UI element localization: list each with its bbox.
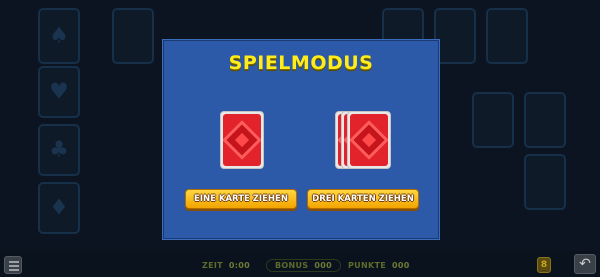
time-stat: ZEIT 0:00 — [202, 258, 250, 272]
draw-three-cards-button[interactable]: DREI KARTEN ZIEHEN — [307, 189, 419, 209]
game-mode-dialog: SPIELMODUS EINE KARTE ZIEHEN DREI KARTEN… — [162, 39, 440, 240]
undo-button[interactable]: ↶ — [574, 254, 596, 274]
three-cards-icon[interactable] — [347, 111, 391, 169]
menu-icon — [9, 261, 19, 263]
tableau-slot[interactable] — [524, 154, 566, 210]
foundation-pile[interactable] — [486, 8, 528, 64]
foundation-slot-diamond[interactable]: ♦ — [38, 182, 80, 234]
club-icon: ♣ — [49, 137, 69, 163]
deal-count-badge: 8 — [537, 257, 551, 273]
points-label: PUNKTE — [348, 260, 386, 270]
waste-pile[interactable] — [112, 8, 154, 64]
spade-icon: ♠ — [49, 23, 69, 49]
time-label: ZEIT — [202, 260, 223, 270]
undo-icon: ↶ — [579, 256, 591, 272]
foundation-slot-heart[interactable]: ♥ — [38, 66, 80, 118]
tableau-slot[interactable] — [524, 92, 566, 148]
time-value: 0:00 — [228, 260, 251, 270]
heart-icon: ♥ — [49, 79, 69, 105]
single-card-icon[interactable] — [220, 111, 264, 169]
draw-one-card-button[interactable]: EINE KARTE ZIEHEN — [185, 189, 297, 209]
tableau-slot[interactable] — [472, 92, 514, 148]
diamond-icon: ♦ — [49, 195, 69, 221]
stock-pile[interactable]: ♠ — [38, 8, 80, 64]
menu-button[interactable] — [4, 256, 22, 274]
bonus-label: BONUS — [275, 260, 309, 270]
foundation-pile[interactable] — [434, 8, 476, 64]
dialog-title: SPIELMODUS — [228, 52, 374, 74]
bonus-value: 000 — [314, 260, 332, 270]
points-value: 000 — [391, 260, 410, 270]
bonus-stat: BONUS 000 — [266, 258, 341, 272]
foundation-slot-club[interactable]: ♣ — [38, 124, 80, 176]
points-stat: PUNKTE 000 — [348, 258, 410, 272]
